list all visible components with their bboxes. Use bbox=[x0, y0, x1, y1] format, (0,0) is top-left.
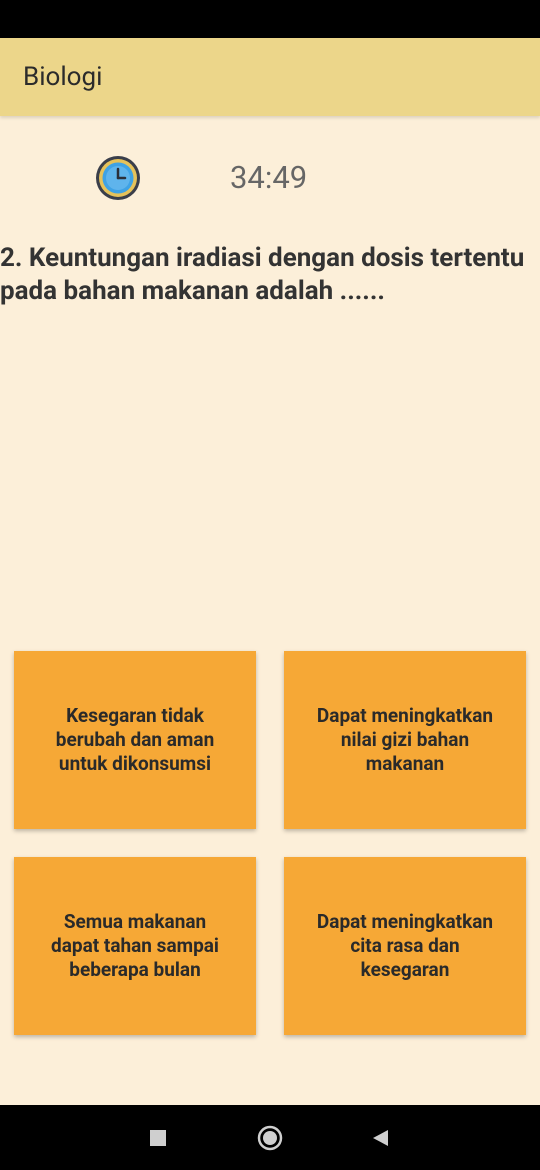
answer-button-2[interactable]: Dapat meningkatkan nilai gizi bahan maka… bbox=[284, 651, 526, 829]
navigation-bar bbox=[0, 1105, 540, 1170]
square-icon[interactable] bbox=[145, 1125, 171, 1151]
clock-icon bbox=[96, 156, 140, 200]
status-bar bbox=[0, 0, 540, 38]
timer-text: 34:49 bbox=[230, 159, 308, 196]
app-title: Biologi bbox=[23, 62, 103, 92]
answer-button-1[interactable]: Kesegaran tidak berubah dan aman untuk d… bbox=[14, 651, 256, 829]
answer-label: Semua makanan dapat tahan sampai beberap… bbox=[51, 910, 219, 981]
answer-label: Kesegaran tidak berubah dan aman untuk d… bbox=[55, 704, 215, 775]
app-bar: Biologi bbox=[0, 38, 540, 116]
timer-row: 34:49 bbox=[0, 150, 540, 206]
answer-button-3[interactable]: Semua makanan dapat tahan sampai beberap… bbox=[14, 857, 256, 1035]
question-text: 2. Keuntungan iradiasi dengan dosis tert… bbox=[0, 243, 525, 306]
triangle-back-icon[interactable] bbox=[368, 1125, 394, 1151]
answer-label: Dapat meningkatkan nilai gizi bahan maka… bbox=[316, 704, 494, 775]
answer-button-4[interactable]: Dapat meningkatkan cita rasa dan kesegar… bbox=[284, 857, 526, 1035]
circle-icon[interactable] bbox=[257, 1125, 283, 1151]
answer-label: Dapat meningkatkan cita rasa dan kesegar… bbox=[316, 910, 494, 981]
